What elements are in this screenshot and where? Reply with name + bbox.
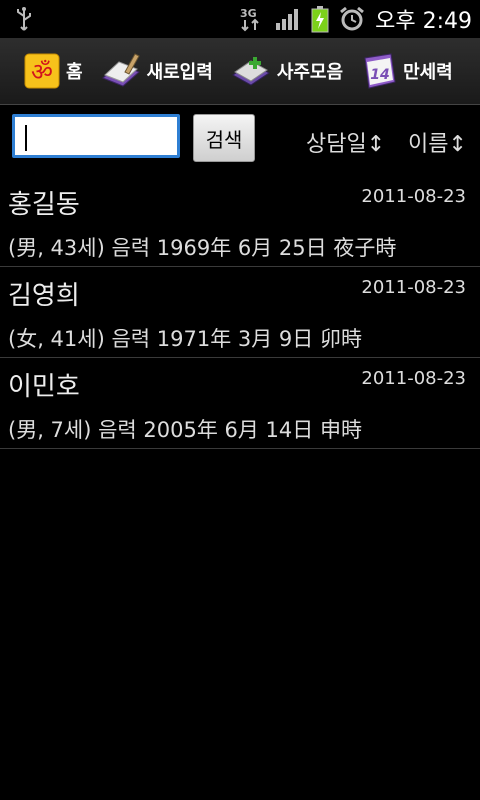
signal-strength-icon: [276, 9, 299, 30]
status-bar: 3G 오후 2:49: [0, 0, 480, 38]
record-name: 김영희: [8, 281, 80, 311]
battery-charging-icon: [311, 6, 329, 33]
record-date: 2011-08-23: [361, 277, 466, 298]
record-info: (男, 43세) 음력 1969年 6月 25日 夜子時: [8, 236, 397, 260]
toolbar: ॐ 홈 새로입력 사주모음 14 만세력: [0, 38, 480, 105]
record-date: 2011-08-23: [361, 368, 466, 389]
record-name: 이민호: [8, 372, 80, 402]
usb-icon: [17, 7, 31, 31]
home-button[interactable]: ॐ 홈: [24, 38, 83, 104]
svg-text:ॐ: ॐ: [31, 58, 53, 86]
calendar-label: 만세력: [403, 62, 453, 83]
sort-by-name-button[interactable]: 이름↕: [408, 126, 467, 158]
record-name: 홍길동: [8, 190, 80, 220]
calendar-icon: 14: [364, 53, 396, 89]
book-collection-icon: [231, 57, 270, 86]
record-info: (女, 41세) 음력 1971年 3月 9日 卯時: [8, 327, 362, 351]
new-entry-label: 새로입력: [146, 62, 213, 83]
list-item[interactable]: 이민호 2011-08-23 (男, 7세) 음력 2005年 6月 14日 申…: [0, 358, 480, 449]
svg-text:14: 14: [370, 67, 389, 83]
record-list: 홍길동 2011-08-23 (男, 43세) 음력 1969年 6月 25日 …: [0, 176, 480, 449]
search-input[interactable]: [12, 114, 180, 158]
alarm-clock-icon: [340, 6, 365, 31]
list-item[interactable]: 김영희 2011-08-23 (女, 41세) 음력 1971年 3月 9日 卯…: [0, 267, 480, 358]
text-caret: [25, 125, 27, 151]
sort-by-date-button[interactable]: 상담일↕: [306, 126, 385, 158]
home-label: 홈: [66, 62, 83, 83]
calendar-button[interactable]: 14 만세력: [361, 38, 453, 104]
search-button[interactable]: 검색: [193, 114, 255, 162]
saju-collection-label: 사주모음: [276, 62, 344, 83]
network-3g-icon: 3G: [240, 7, 259, 32]
clock-time: 오후 2:49: [375, 9, 472, 34]
svg-text:3G: 3G: [240, 7, 257, 20]
new-entry-button[interactable]: 새로입력: [101, 38, 213, 104]
list-item[interactable]: 홍길동 2011-08-23 (男, 43세) 음력 1969年 6月 25日 …: [0, 176, 480, 267]
om-icon: ॐ: [24, 53, 60, 89]
record-date: 2011-08-23: [361, 186, 466, 207]
notebook-pen-icon: [101, 53, 140, 87]
saju-collection-button[interactable]: 사주모음: [231, 38, 343, 104]
record-info: (男, 7세) 음력 2005年 6月 14日 申時: [8, 418, 362, 442]
